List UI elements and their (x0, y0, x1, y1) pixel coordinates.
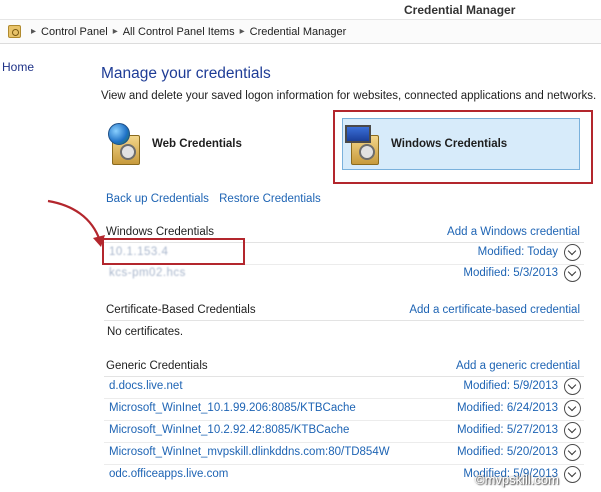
credential-modified: Modified: 5/27/2013 (456, 424, 558, 436)
credential-modified: Modified: Today (477, 246, 558, 258)
add-windows-credential-link[interactable]: Add a Windows credential (447, 226, 580, 238)
expand-chevron-icon[interactable] (564, 378, 581, 395)
home-link[interactable]: Home (2, 60, 34, 74)
credential-name: odc.officeapps.live.com (109, 468, 229, 480)
no-certificates-text: No certificates. (107, 326, 184, 338)
backup-credentials-link[interactable]: Back up Credentials (106, 193, 209, 205)
web-credentials-icon (104, 121, 148, 167)
add-certificate-credential-link[interactable]: Add a certificate-based credential (409, 304, 580, 316)
credential-modified: Modified: 6/24/2013 (456, 402, 558, 414)
window-title: Credential Manager (404, 3, 516, 17)
page-description: View and delete your saved logon informa… (101, 90, 597, 102)
watermark: ©mvpskill.com (475, 472, 559, 487)
address-bar[interactable]: ▸ Control Panel ▸ All Control Panel Item… (0, 19, 601, 44)
expand-chevron-icon[interactable] (564, 422, 581, 439)
breadcrumb-all-items[interactable]: All Control Panel Items (123, 26, 235, 38)
highlight-box-credential (102, 238, 245, 265)
credential-modified: Modified: 5/9/2013 (463, 380, 558, 392)
backup-restore-links: Back up Credentials Restore Credentials (106, 193, 328, 205)
title-bar: Credential Manager (0, 0, 601, 19)
windows-credentials-heading: Windows Credentials (106, 226, 215, 238)
web-credentials-tile[interactable]: Web Credentials (104, 118, 304, 170)
expand-chevron-icon[interactable] (564, 244, 581, 261)
list-item[interactable]: d.docs.live.net Modified: 5/9/2013 (104, 377, 584, 398)
breadcrumb: ▸ Control Panel ▸ All Control Panel Item… (31, 26, 347, 38)
credential-name: Microsoft_WinInet_mvpskill.dlinkddns.com… (109, 446, 390, 458)
list-item[interactable]: Microsoft_WinInet_10.1.99.206:8085/KTBCa… (104, 399, 584, 420)
annotation-arrow (47, 199, 105, 247)
highlight-box-windows-tile (333, 110, 593, 184)
list-item[interactable]: Microsoft_WinInet_10.2.92.42:8085/KTBCac… (104, 421, 584, 442)
expand-chevron-icon[interactable] (564, 400, 581, 417)
credential-name: Microsoft_WinInet_10.1.99.206:8085/KTBCa… (109, 402, 356, 414)
restore-credentials-link[interactable]: Restore Credentials (219, 193, 321, 205)
certificate-credentials-heading: Certificate-Based Credentials (106, 304, 256, 316)
credential-modified: Modified: 5/20/2013 (456, 446, 558, 458)
credential-name: kcs-pm02.hcs (109, 267, 186, 279)
credential-name: Microsoft_WinInet_10.2.92.42:8085/KTBCac… (109, 424, 350, 436)
credential-name: d.docs.live.net (109, 380, 183, 392)
expand-chevron-icon[interactable] (564, 466, 581, 483)
expand-chevron-icon[interactable] (564, 444, 581, 461)
expand-chevron-icon[interactable] (564, 265, 581, 282)
list-item[interactable]: kcs-pm02.hcs Modified: 5/3/2013 (104, 264, 584, 285)
page-title: Manage your credentials (101, 65, 271, 82)
breadcrumb-credential-manager[interactable]: Credential Manager (250, 26, 347, 38)
breadcrumb-control-panel[interactable]: Control Panel (41, 26, 108, 38)
add-generic-credential-link[interactable]: Add a generic credential (456, 360, 580, 372)
list-item[interactable]: Microsoft_WinInet_mvpskill.dlinkddns.com… (104, 443, 584, 464)
divider (104, 320, 584, 321)
generic-credentials-heading: Generic Credentials (106, 360, 208, 372)
control-panel-icon (8, 25, 21, 38)
credential-modified: Modified: 5/3/2013 (463, 267, 558, 279)
web-credentials-label: Web Credentials (152, 138, 242, 150)
